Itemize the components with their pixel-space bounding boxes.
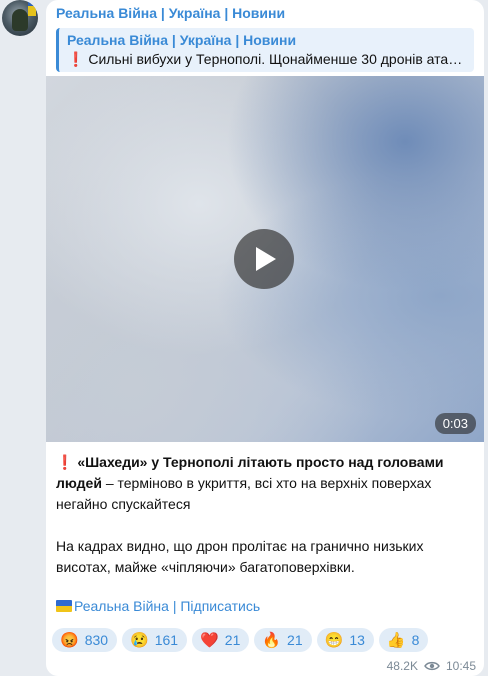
video-player[interactable]: 0:03 [46, 76, 484, 442]
reaction-crying[interactable]: 😢 161 [122, 628, 188, 652]
thumbs-up-icon: 👍 [386, 631, 406, 649]
subscribe-link[interactable]: Реальна Війна | Підписатись [56, 598, 260, 614]
view-count: 48.2K [386, 659, 418, 673]
play-icon [256, 247, 276, 271]
reactions-bar: 😡 830 😢 161 ❤️ 21 🔥 21 😁 13 👍 8 [52, 628, 429, 652]
post-paragraph-2: На кадрах видно, що дрон пролітає на гра… [56, 538, 424, 575]
channel-name[interactable]: Реальна Війна | Україна | Новини [56, 5, 285, 21]
crying-face-icon: 😢 [130, 631, 149, 649]
reaction-grin[interactable]: 😁 13 [316, 628, 374, 652]
reaction-count: 161 [154, 632, 179, 648]
reaction-count: 13 [349, 632, 365, 648]
exclamation-icon: ❗ [67, 51, 85, 67]
reply-snippet: Сильні вибухи у Тернополі. Щонайменше 30… [88, 51, 466, 67]
message-meta: 48.2K 10:45 [387, 659, 476, 673]
reaction-count: 830 [84, 632, 109, 648]
play-button[interactable] [234, 229, 294, 289]
post-paragraph-1: ❗ «Шахеди» у Тернополі літають просто на… [56, 452, 476, 515]
angry-face-icon: 😡 [60, 631, 79, 649]
grinning-face-icon: 😁 [324, 631, 344, 649]
video-duration: 0:03 [434, 413, 476, 434]
heart-icon: ❤️ [200, 631, 219, 649]
reaction-thumbs-up[interactable]: 👍 8 [378, 628, 429, 652]
post-text: ❗ «Шахеди» у Тернополі літають просто на… [56, 452, 476, 599]
exclamation-icon: ❗ [56, 454, 74, 470]
reply-preview[interactable]: Реальна Війна | Україна | Новини ❗ Сильн… [56, 28, 474, 72]
ukraine-flag-icon [56, 600, 72, 612]
reaction-count: 21 [224, 632, 241, 648]
subscribe-link-text[interactable]: Реальна Війна | Підписатись [74, 598, 260, 614]
reaction-fire[interactable]: 🔥 21 [254, 628, 312, 652]
fire-icon: 🔥 [262, 631, 282, 649]
message-time: 10:45 [445, 659, 476, 673]
post-line1-rest: – терміново в укриття, всі хто на верхні… [56, 475, 432, 512]
reaction-angry[interactable]: 😡 830 [52, 628, 118, 652]
reaction-count: 8 [411, 632, 420, 648]
channel-avatar[interactable] [2, 0, 38, 36]
message-bubble: Реальна Війна | Україна | Новини Реальна… [46, 0, 484, 676]
reaction-heart[interactable]: ❤️ 21 [192, 628, 250, 652]
eye-icon [424, 661, 440, 671]
reply-title: Реальна Війна | Україна | Новини [67, 32, 297, 48]
reaction-count: 21 [287, 632, 303, 648]
reply-text: ❗ Сильні вибухи у Тернополі. Щонайменше … [67, 49, 466, 69]
